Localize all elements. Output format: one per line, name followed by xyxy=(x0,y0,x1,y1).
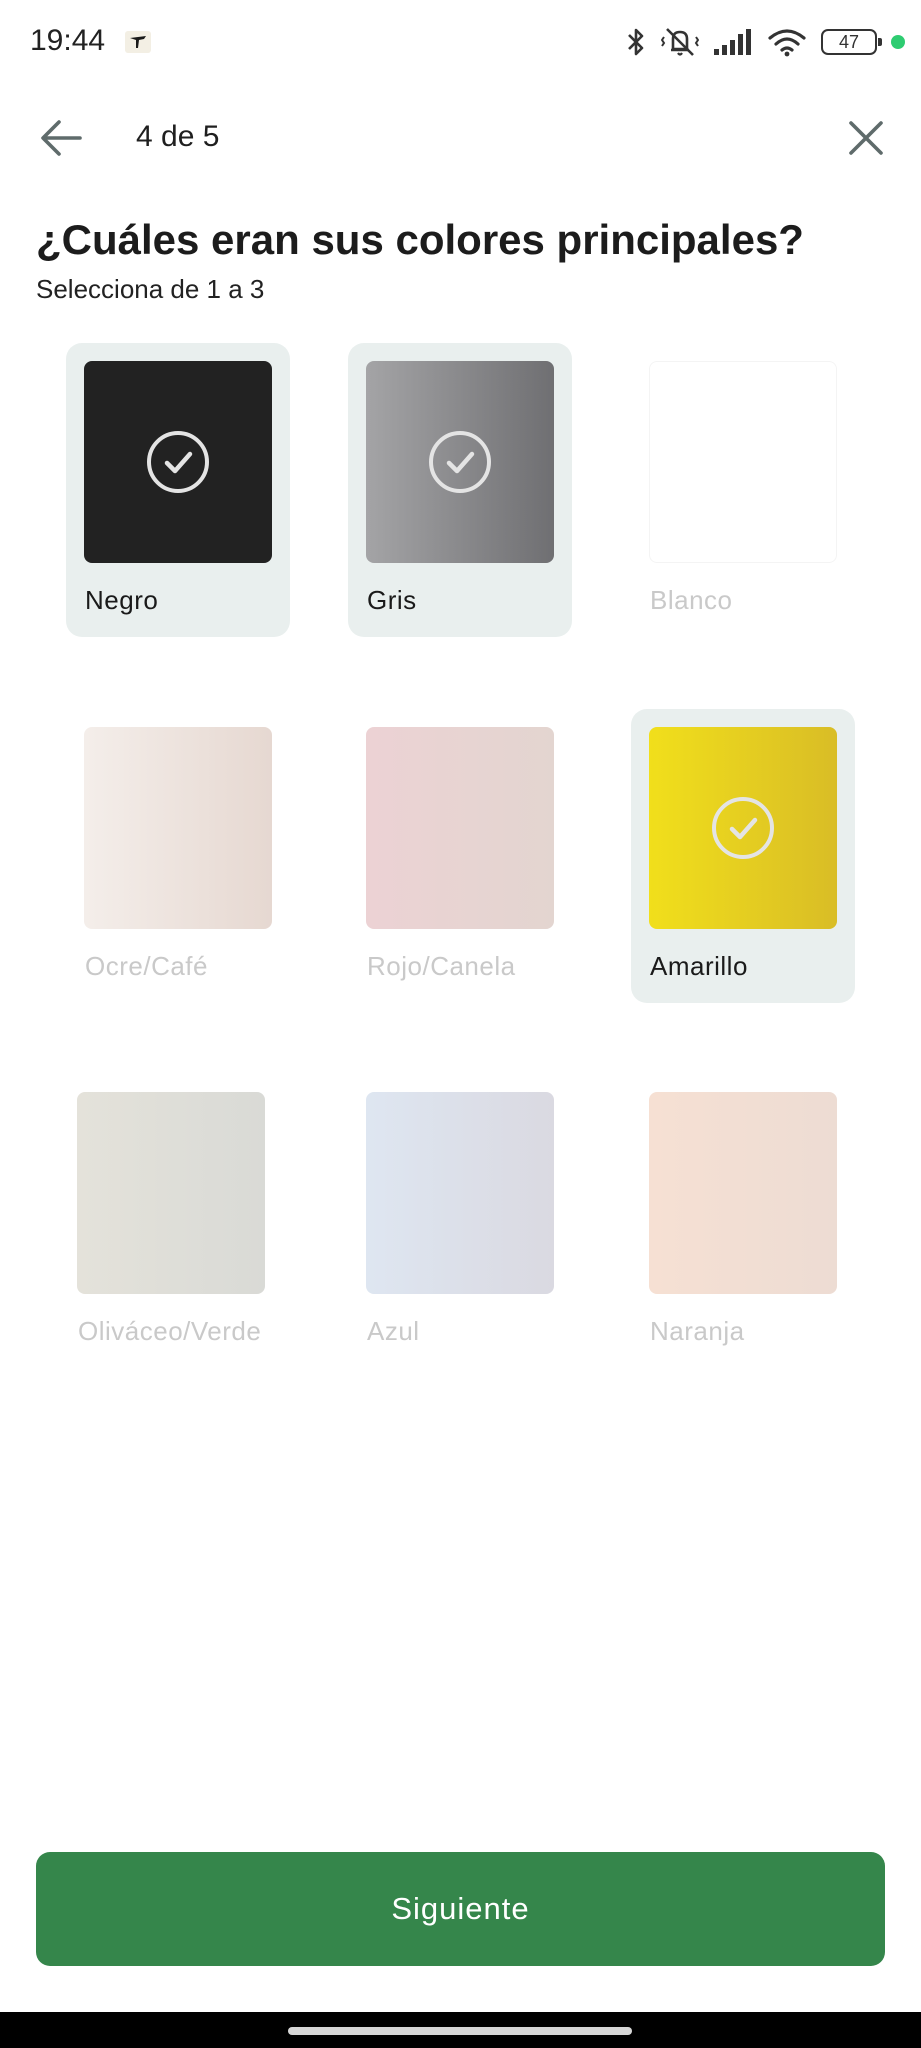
color-option-label: Naranja xyxy=(650,1316,745,1346)
mute-vibrate-icon xyxy=(661,28,699,56)
signal-icon xyxy=(714,29,751,55)
color-option-oliváceo-verde[interactable]: Oliváceo/Verde xyxy=(59,1074,283,1368)
color-option-amarillo[interactable]: Amarillo xyxy=(631,709,855,1003)
color-swatch xyxy=(649,727,837,929)
color-swatch xyxy=(366,361,554,563)
color-option-label: Blanco xyxy=(650,585,733,615)
color-swatch xyxy=(366,727,554,929)
home-indicator[interactable] xyxy=(288,2027,632,2035)
next-button[interactable]: Siguiente xyxy=(36,1852,885,1966)
color-option-blanco[interactable]: Blanco xyxy=(631,343,855,637)
checkmark-icon xyxy=(147,431,209,493)
color-swatch xyxy=(366,1092,554,1294)
status-time: 19:44 xyxy=(30,24,106,57)
status-bar: 19:44 47 xyxy=(0,0,921,84)
page-subtitle: Selecciona de 1 a 3 xyxy=(36,274,265,304)
wifi-icon xyxy=(768,29,806,57)
app-notification-icon xyxy=(124,30,152,54)
color-option-rojo-canela[interactable]: Rojo/Canela xyxy=(348,709,572,1003)
color-option-label: Amarillo xyxy=(650,951,748,981)
color-option-label: Ocre/Café xyxy=(85,951,208,981)
color-option-negro[interactable]: Negro xyxy=(66,343,290,637)
page-title: ¿Cuáles eran sus colores principales? xyxy=(36,216,804,263)
step-indicator: 4 de 5 xyxy=(136,120,220,153)
color-swatch xyxy=(649,1092,837,1294)
bluetooth-icon xyxy=(628,28,644,56)
color-option-ocre-café[interactable]: Ocre/Café xyxy=(66,709,290,1003)
arrow-left-icon xyxy=(41,120,82,156)
color-option-gris[interactable]: Gris xyxy=(348,343,572,637)
color-option-label: Negro xyxy=(85,585,159,615)
color-swatch xyxy=(77,1092,265,1294)
color-option-label: Oliváceo/Verde xyxy=(78,1316,262,1346)
color-swatch xyxy=(84,727,272,929)
active-dot-icon xyxy=(891,35,905,49)
battery-icon: 47 xyxy=(821,29,882,55)
color-option-azul[interactable]: Azul xyxy=(348,1074,572,1368)
color-option-label: Rojo/Canela xyxy=(367,951,516,981)
color-option-label: Azul xyxy=(367,1316,420,1346)
battery-level: 47 xyxy=(838,31,860,52)
checkmark-icon xyxy=(429,431,491,493)
color-swatch xyxy=(84,361,272,563)
color-option-naranja[interactable]: Naranja xyxy=(631,1074,855,1368)
close-button[interactable] xyxy=(840,110,892,166)
back-button[interactable] xyxy=(36,110,86,166)
close-icon xyxy=(849,121,883,155)
color-swatch xyxy=(649,361,837,563)
status-icons: 47 xyxy=(625,22,905,62)
checkmark-icon xyxy=(712,797,774,859)
color-option-label: Gris xyxy=(367,585,417,615)
